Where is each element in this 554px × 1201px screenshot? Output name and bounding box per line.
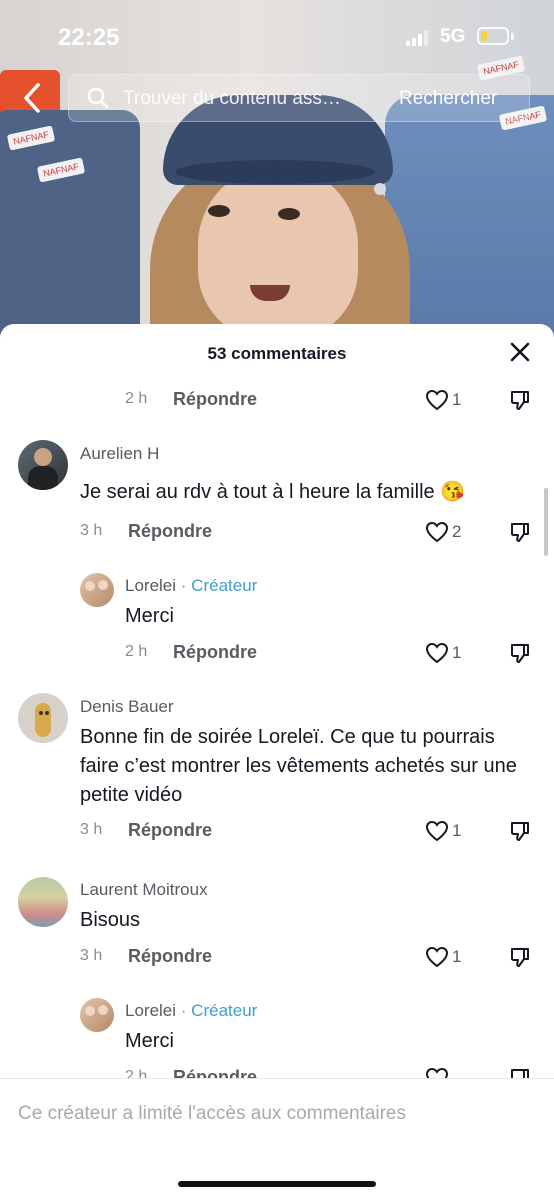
- comment-time: 3 h: [80, 522, 103, 539]
- search-button[interactable]: Rechercher: [399, 88, 497, 110]
- avatar[interactable]: [18, 877, 68, 927]
- comment-text: Merci: [125, 605, 174, 627]
- comment-time: 3 h: [80, 821, 103, 838]
- reply-button[interactable]: Répondre: [173, 389, 257, 410]
- separator-dot: ·: [180, 1001, 192, 1020]
- heart-icon[interactable]: [425, 820, 449, 842]
- home-indicator[interactable]: [178, 1181, 376, 1187]
- comment-author[interactable]: Lorelei · Créateur: [125, 576, 257, 596]
- video-person-cap-button: [374, 183, 386, 195]
- comment-text: Bonne fin de soirée Loreleï. Ce que tu p…: [80, 726, 517, 806]
- back-icon[interactable]: [22, 82, 48, 114]
- comment-author[interactable]: Lorelei · Créateur: [125, 1001, 257, 1021]
- reply-button[interactable]: Répondre: [128, 820, 212, 841]
- heart-icon[interactable]: [425, 389, 449, 411]
- author-name[interactable]: Lorelei: [125, 1001, 176, 1020]
- comment-author[interactable]: Laurent Moitroux: [80, 880, 208, 900]
- like-count: 1: [452, 643, 462, 662]
- dislike-icon[interactable]: [509, 946, 531, 968]
- comment-author[interactable]: Denis Bauer: [80, 697, 174, 717]
- heart-icon[interactable]: [425, 946, 449, 968]
- video-person-eye: [278, 208, 300, 220]
- video-person-cap-brim: [175, 160, 375, 184]
- network-type: 5G: [440, 26, 466, 47]
- comment-time: 2 h: [125, 390, 148, 407]
- comment-time: 2 h: [125, 643, 148, 660]
- dislike-icon[interactable]: [509, 642, 531, 664]
- separator-dot: ·: [180, 576, 192, 595]
- comments-restricted-notice: Ce créateur a limité l'accès aux comment…: [18, 1103, 406, 1124]
- creator-badge: Créateur: [191, 576, 258, 595]
- reply-button[interactable]: Répondre: [128, 946, 212, 967]
- search-header: Trouver du contenu ass… Rechercher: [0, 72, 554, 124]
- video-person-eye: [208, 205, 230, 217]
- avatar[interactable]: [80, 998, 114, 1032]
- status-bar: 22:25 5G: [0, 0, 554, 72]
- comment-text: Je serai au rdv à tout à l heure la fami…: [80, 481, 466, 503]
- like-count: 2: [452, 522, 462, 541]
- signal-icon: [406, 30, 430, 46]
- battery-icon: [477, 27, 509, 45]
- heart-icon[interactable]: [425, 642, 449, 664]
- dislike-icon[interactable]: [509, 389, 531, 411]
- author-name[interactable]: Lorelei: [125, 576, 176, 595]
- avatar[interactable]: [18, 440, 68, 490]
- comment-time: 3 h: [80, 947, 103, 964]
- comment-text: Merci: [125, 1030, 174, 1052]
- reply-button[interactable]: Répondre: [173, 642, 257, 663]
- search-bar[interactable]: Trouver du contenu ass… Rechercher: [68, 74, 530, 122]
- battery-cap: [511, 33, 514, 40]
- creator-badge: Créateur: [191, 1001, 258, 1020]
- dislike-icon[interactable]: [509, 521, 531, 543]
- status-time: 22:25: [58, 24, 120, 51]
- video-person-face: [198, 165, 358, 340]
- video-denim-jacket: [385, 95, 554, 340]
- like-count: 1: [452, 821, 462, 840]
- avatar[interactable]: [80, 573, 114, 607]
- comment-author[interactable]: Aurelien H: [80, 444, 159, 464]
- close-icon[interactable]: [509, 341, 531, 363]
- like-count: 1: [452, 390, 462, 409]
- avatar[interactable]: [18, 693, 68, 743]
- search-input[interactable]: Trouver du contenu ass…: [123, 88, 341, 110]
- comments-scrollbar[interactable]: [544, 488, 548, 556]
- comment-text: Bisous: [80, 909, 141, 931]
- like-count: 1: [452, 947, 462, 966]
- reply-button[interactable]: Répondre: [128, 521, 212, 542]
- dislike-icon[interactable]: [509, 820, 531, 842]
- search-icon: [87, 87, 109, 109]
- comments-count-title: 53 commentaires: [207, 344, 347, 363]
- heart-icon[interactable]: [425, 521, 449, 543]
